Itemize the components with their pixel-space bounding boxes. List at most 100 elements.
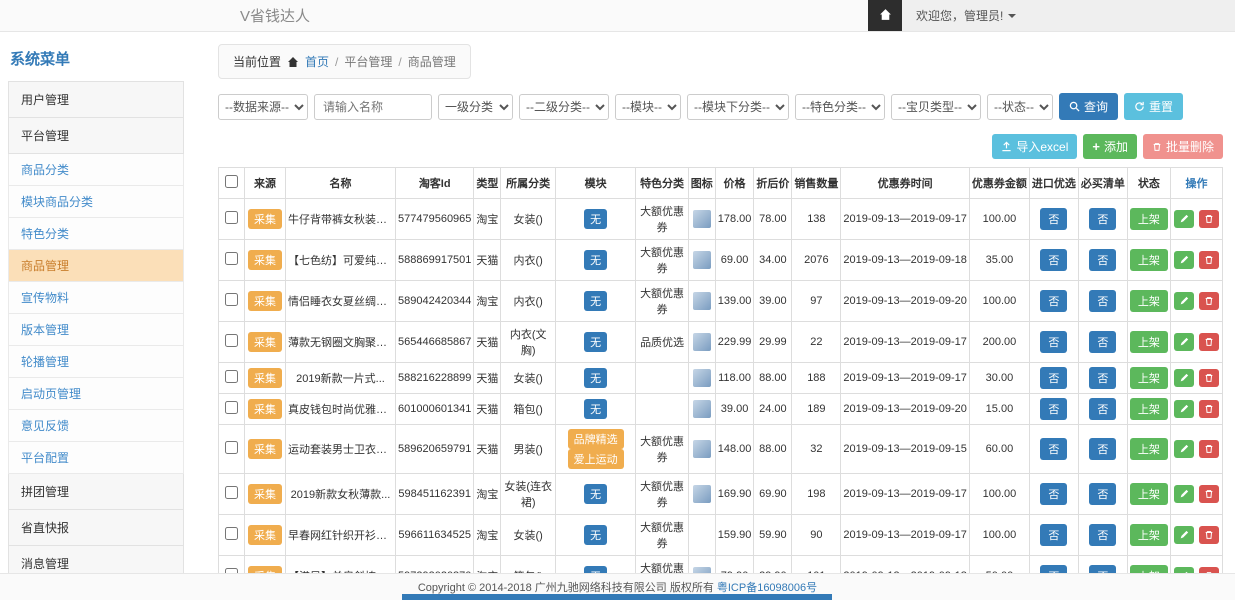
status-button[interactable]: 上架 <box>1130 438 1168 460</box>
breadcrumb-home-link[interactable]: 首页 <box>305 53 329 70</box>
import-select-toggle[interactable]: 否 <box>1040 565 1067 573</box>
edit-button[interactable] <box>1174 333 1194 351</box>
sidebar-item-启动页管理[interactable]: 启动页管理 <box>8 378 184 410</box>
status-button[interactable]: 上架 <box>1130 565 1168 573</box>
module-cell: 无 <box>555 240 635 281</box>
must-buy-toggle[interactable]: 否 <box>1089 367 1116 389</box>
edit-button[interactable] <box>1174 526 1194 544</box>
filter-select-feature-category[interactable]: --特色分类-- <box>795 94 885 120</box>
must-buy-toggle[interactable]: 否 <box>1089 565 1116 573</box>
status-button[interactable]: 上架 <box>1130 524 1168 546</box>
edit-button[interactable] <box>1174 485 1194 503</box>
sidebar-item-宣传物料[interactable]: 宣传物料 <box>8 282 184 314</box>
must-buy-toggle[interactable]: 否 <box>1089 398 1116 420</box>
filter-input-name[interactable] <box>314 94 432 120</box>
import-select-toggle[interactable]: 否 <box>1040 398 1067 420</box>
must-buy-toggle[interactable]: 否 <box>1089 524 1116 546</box>
row-checkbox[interactable] <box>225 401 238 414</box>
import-select-toggle[interactable]: 否 <box>1040 483 1067 505</box>
delete-button[interactable] <box>1199 292 1219 310</box>
delete-button[interactable] <box>1199 485 1219 503</box>
edit-button[interactable] <box>1174 440 1194 458</box>
add-button[interactable]: + 添加 <box>1083 134 1137 159</box>
sidebar-item-平台配置[interactable]: 平台配置 <box>8 442 184 474</box>
status-button[interactable]: 上架 <box>1130 208 1168 230</box>
module-badge: 无 <box>584 566 607 573</box>
icon-cell <box>688 425 715 474</box>
batch-delete-button[interactable]: 批量删除 <box>1143 134 1223 159</box>
sidebar-item-轮播管理[interactable]: 轮播管理 <box>8 346 184 378</box>
row-checkbox[interactable] <box>225 441 238 454</box>
row-checkbox[interactable] <box>225 252 238 265</box>
sidebar-item-用户管理[interactable]: 用户管理 <box>8 82 184 118</box>
delete-button[interactable] <box>1199 210 1219 228</box>
product-name: 早春网红针织开衫女春... <box>286 515 396 556</box>
edit-button[interactable] <box>1174 400 1194 418</box>
row-checkbox[interactable] <box>225 527 238 540</box>
import-select-toggle[interactable]: 否 <box>1040 249 1067 271</box>
must-buy-toggle[interactable]: 否 <box>1089 331 1116 353</box>
must-buy-toggle[interactable]: 否 <box>1089 208 1116 230</box>
query-button[interactable]: 查询 <box>1059 93 1118 120</box>
must-buy-toggle[interactable]: 否 <box>1089 290 1116 312</box>
sidebar-item-商品分类[interactable]: 商品分类 <box>8 154 184 186</box>
discount-price: 34.00 <box>754 240 792 281</box>
filter-select-module[interactable]: --模块-- <box>615 94 681 120</box>
edit-button[interactable] <box>1174 369 1194 387</box>
row-checkbox[interactable] <box>225 211 238 224</box>
delete-button[interactable] <box>1199 251 1219 269</box>
delete-button[interactable] <box>1199 333 1219 351</box>
row-checkbox[interactable] <box>225 370 238 383</box>
icon-cell <box>688 240 715 281</box>
user-menu[interactable]: 欢迎您，管理员! <box>902 7 1030 24</box>
delete-button[interactable] <box>1199 526 1219 544</box>
source-badge: 采集 <box>248 368 282 388</box>
import-select-toggle[interactable]: 否 <box>1040 367 1067 389</box>
must-buy-toggle[interactable]: 否 <box>1089 483 1116 505</box>
status-button[interactable]: 上架 <box>1130 367 1168 389</box>
sidebar-item-商品管理[interactable]: 商品管理 <box>8 250 184 282</box>
price: 139.00 <box>715 281 754 322</box>
sidebar-item-省直快报[interactable]: 省直快报 <box>8 510 184 546</box>
status-button[interactable]: 上架 <box>1130 290 1168 312</box>
filter-select-item-type[interactable]: --宝贝类型-- <box>891 94 981 120</box>
import-excel-button[interactable]: 导入excel <box>992 134 1077 159</box>
sidebar-item-模块商品分类[interactable]: 模块商品分类 <box>8 186 184 218</box>
sidebar-item-意见反馈[interactable]: 意见反馈 <box>8 410 184 442</box>
filter-select-data-source[interactable]: --数据来源-- <box>218 94 308 120</box>
filter-select-level1-category[interactable]: 一级分类 <box>438 94 513 120</box>
import-select-toggle[interactable]: 否 <box>1040 208 1067 230</box>
home-button[interactable] <box>868 0 902 31</box>
edit-button[interactable] <box>1174 210 1194 228</box>
row-checkbox[interactable] <box>225 334 238 347</box>
delete-button[interactable] <box>1199 369 1219 387</box>
must-buy-toggle[interactable]: 否 <box>1089 438 1116 460</box>
select-all-header <box>219 168 245 199</box>
status-button[interactable]: 上架 <box>1130 398 1168 420</box>
row-checkbox[interactable] <box>225 486 238 499</box>
status-button[interactable]: 上架 <box>1130 331 1168 353</box>
filter-select-module-sub-category[interactable]: --模块下分类-- <box>687 94 789 120</box>
icp-link[interactable]: 粤ICP备16098006号 <box>717 579 817 595</box>
sidebar-item-消息管理[interactable]: 消息管理 <box>8 546 184 573</box>
delete-button[interactable] <box>1199 400 1219 418</box>
status-button[interactable]: 上架 <box>1130 249 1168 271</box>
must-buy-toggle[interactable]: 否 <box>1089 249 1116 271</box>
import-select-toggle[interactable]: 否 <box>1040 524 1067 546</box>
status-button[interactable]: 上架 <box>1130 483 1168 505</box>
sidebar-item-版本管理[interactable]: 版本管理 <box>8 314 184 346</box>
reset-button[interactable]: 重置 <box>1124 93 1183 120</box>
import-select-toggle[interactable]: 否 <box>1040 331 1067 353</box>
select-all-checkbox[interactable] <box>225 175 238 188</box>
import-select-toggle[interactable]: 否 <box>1040 290 1067 312</box>
import-select-toggle[interactable]: 否 <box>1040 438 1067 460</box>
sidebar-item-平台管理[interactable]: 平台管理 <box>8 118 184 154</box>
sidebar-item-拼团管理[interactable]: 拼团管理 <box>8 474 184 510</box>
filter-select-level2-category[interactable]: --二级分类-- <box>519 94 609 120</box>
filter-select-status[interactable]: --状态-- <box>987 94 1053 120</box>
edit-button[interactable] <box>1174 292 1194 310</box>
row-checkbox[interactable] <box>225 293 238 306</box>
delete-button[interactable] <box>1199 440 1219 458</box>
sidebar-item-特色分类[interactable]: 特色分类 <box>8 218 184 250</box>
edit-button[interactable] <box>1174 251 1194 269</box>
